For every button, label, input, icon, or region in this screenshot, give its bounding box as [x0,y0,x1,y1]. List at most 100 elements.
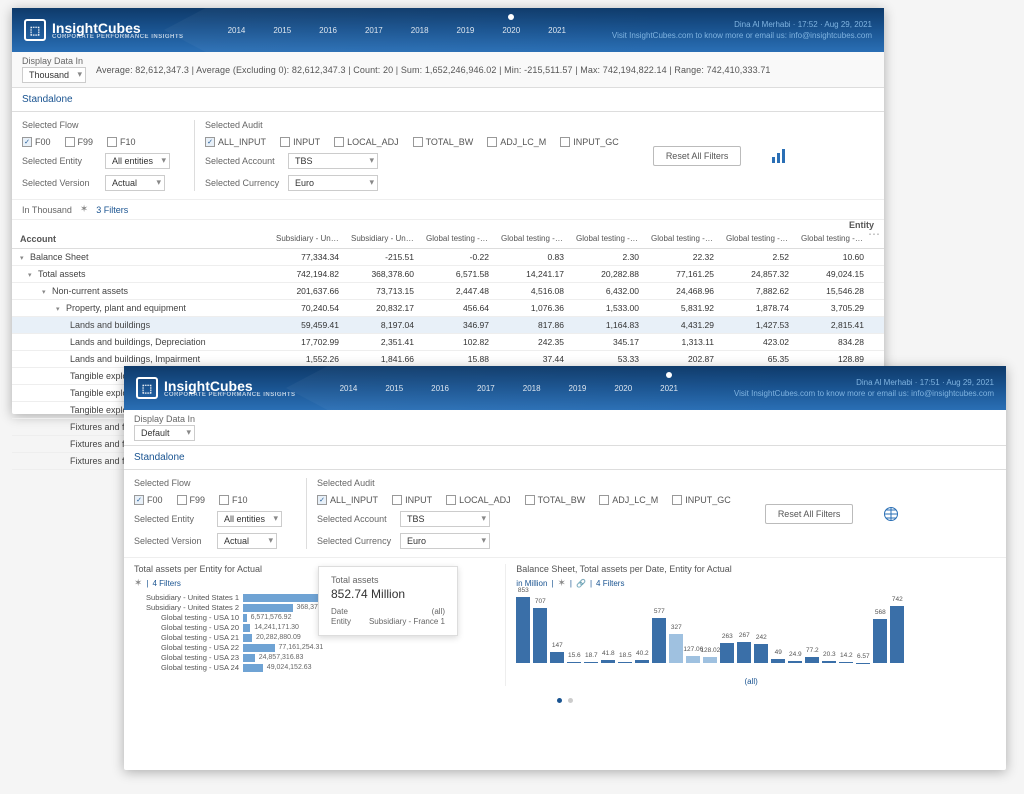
reset-filters-button[interactable]: Reset All Filters [653,146,742,166]
timeline-year[interactable]: 2021 [534,22,580,39]
entity-select[interactable]: All entities [217,511,282,527]
timeline-year[interactable]: 2016 [417,380,463,397]
bar[interactable]: 327 [669,634,683,663]
year-timeline[interactable]: 20142015201620172018201920202021 [214,22,582,39]
checkbox-total_bw[interactable]: TOTAL_BW [413,137,474,147]
display-select[interactable]: Default [134,425,195,441]
bar[interactable]: 20.3 [822,661,836,663]
filters-link[interactable]: 3 Filters [96,205,128,215]
gear-icon[interactable]: ✶ [558,578,566,589]
bar[interactable]: 707 [533,608,547,663]
pager[interactable] [124,692,1006,709]
chart-icon[interactable] [771,148,787,164]
checkbox-input[interactable]: INPUT [392,495,432,505]
table-row[interactable]: ▾Balance Sheet77,334.34-215.51-0.220.832… [12,249,884,266]
bar[interactable]: 24.9 [788,661,802,663]
bar[interactable]: 14.2 [839,662,853,663]
column-header[interactable]: Global testing - US... [420,230,495,248]
checkbox-all_input[interactable]: ✓ALL_INPUT [205,137,266,147]
bar[interactable]: 128.02 [703,657,717,663]
more-icon[interactable]: ⋯ [868,227,880,241]
reset-filters-button[interactable]: Reset All Filters [765,504,854,524]
bar[interactable]: 77.2 [805,657,819,663]
column-header[interactable]: Subsidiary - United St... [345,230,420,248]
table-row[interactable]: Lands and buildings, Depreciation17,702.… [12,334,884,351]
gear-icon[interactable]: ✶ [134,578,142,589]
filters-link[interactable]: 4 Filters [596,579,624,588]
tab-standalone[interactable]: Standalone [12,88,884,112]
timeline-year[interactable]: 2016 [305,22,351,39]
checkbox-adj_lc_m[interactable]: ADJ_LC_M [599,495,658,505]
entity-select[interactable]: All entities [105,153,170,169]
timeline-year[interactable]: 2018 [397,22,443,39]
table-row[interactable]: ▾Property, plant and equipment70,240.542… [12,300,884,317]
hbar-row[interactable]: Global testing - USA 2449,024,152.63 [134,663,495,672]
bar[interactable]: 853 [516,597,530,663]
table-row[interactable]: ▾Non-current assets201,637.6673,713.152,… [12,283,884,300]
hbar-row[interactable]: Global testing - USA 2324,857,316.83 [134,653,495,662]
column-header[interactable]: Global testing - US... [720,230,795,248]
bar[interactable]: 742 [890,606,904,663]
checkbox-adj_lc_m[interactable]: ADJ_LC_M [487,137,546,147]
bar[interactable]: 127.06 [686,656,700,663]
version-select[interactable]: Actual [217,533,277,549]
column-header[interactable]: Global testing - US... [645,230,720,248]
checkbox-input_gc[interactable]: INPUT_GC [560,137,619,147]
bar[interactable]: 147 [550,652,564,663]
checkbox-local_adj[interactable]: LOCAL_ADJ [334,137,399,147]
bar[interactable]: 263 [720,643,734,663]
timeline-year[interactable]: 2017 [463,380,509,397]
tab-standalone[interactable]: Standalone [124,446,1006,470]
bar[interactable]: 41.8 [601,660,615,663]
timeline-year[interactable]: 2021 [646,380,692,397]
year-timeline[interactable]: 20142015201620172018201920202021 [326,380,704,397]
bar[interactable]: 267 [737,642,751,663]
bar[interactable]: 242 [754,644,768,663]
bar[interactable]: 18.5 [618,662,632,663]
link-icon[interactable]: 🔗 [576,579,586,588]
checkbox-f00[interactable]: ✓F00 [22,137,51,147]
currency-select[interactable]: Euro [288,175,378,191]
bar[interactable]: 6.57 [856,663,870,664]
globe-icon[interactable] [883,506,899,522]
checkbox-f99[interactable]: F99 [65,137,94,147]
timeline-year[interactable]: 2020 [600,380,646,397]
timeline-year[interactable]: 2020 [488,22,534,39]
version-select[interactable]: Actual [105,175,165,191]
account-select[interactable]: TBS [288,153,378,169]
timeline-year[interactable]: 2019 [443,22,489,39]
column-header[interactable]: Global testing - US... [495,230,570,248]
bar[interactable]: 40.2 [635,660,649,663]
bar[interactable]: 15.6 [567,662,581,663]
checkbox-input[interactable]: INPUT [280,137,320,147]
checkbox-f10[interactable]: F10 [219,495,248,505]
checkbox-input_gc[interactable]: INPUT_GC [672,495,731,505]
account-select[interactable]: TBS [400,511,490,527]
checkbox-local_adj[interactable]: LOCAL_ADJ [446,495,511,505]
timeline-year[interactable]: 2017 [351,22,397,39]
checkbox-f10[interactable]: F10 [107,137,136,147]
timeline-year[interactable]: 2019 [555,380,601,397]
bar[interactable]: 568 [873,619,887,663]
currency-select[interactable]: Euro [400,533,490,549]
table-row[interactable]: ▾Total assets742,194.82368,378.606,571.5… [12,266,884,283]
table-row[interactable]: Lands and buildings59,459.418,197.04346.… [12,317,884,334]
column-header[interactable]: Global testing - US... [570,230,645,248]
timeline-year[interactable]: 2015 [371,380,417,397]
timeline-year[interactable]: 2015 [259,22,305,39]
checkbox-all_input[interactable]: ✓ALL_INPUT [317,495,378,505]
filters-link[interactable]: 4 Filters [152,579,180,588]
gear-icon[interactable]: ✶ [80,204,88,215]
checkbox-total_bw[interactable]: TOTAL_BW [525,495,586,505]
timeline-year[interactable]: 2018 [509,380,555,397]
bar[interactable]: 49 [771,659,785,663]
hbar-row[interactable]: Global testing - USA 2277,161,254.31 [134,643,495,652]
checkbox-f00[interactable]: ✓F00 [134,495,163,505]
column-header[interactable]: Global testing - US... [795,230,870,248]
timeline-year[interactable]: 2014 [326,380,372,397]
bar[interactable]: 577 [652,618,666,663]
bar[interactable]: 18.7 [584,662,598,663]
checkbox-f99[interactable]: F99 [177,495,206,505]
column-header[interactable]: Subsidiary - United St... [270,230,345,248]
display-select[interactable]: Thousand [22,67,86,83]
